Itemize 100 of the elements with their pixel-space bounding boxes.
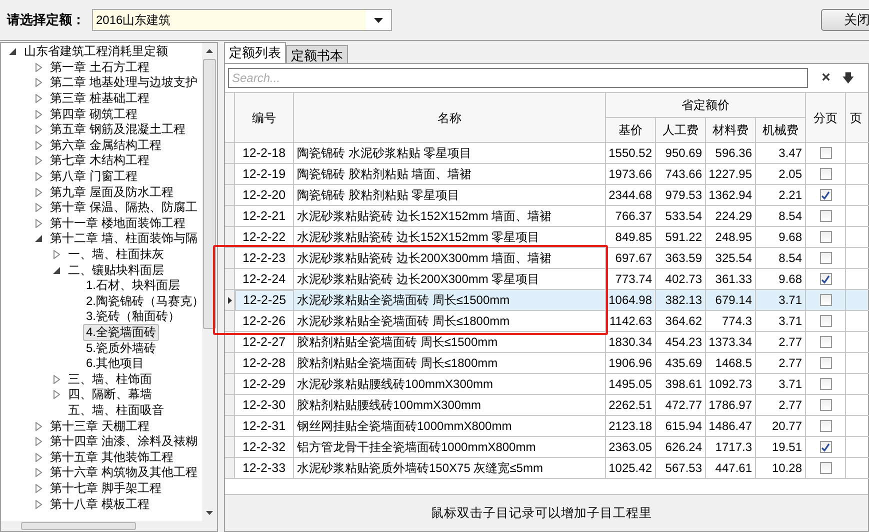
table-row[interactable]: 12-2-32 铝方管龙骨干挂全瓷墙面砖1000mmX800mm 2363.05 626.24 1717.3 19.51 [225,437,868,458]
next-match-button[interactable]: 🡇 [840,69,856,87]
tree-item[interactable]: 第十三章 天棚工程 [47,418,152,435]
tree-item[interactable]: 3.瓷砖（釉面砖） [83,308,184,326]
checkbox[interactable] [820,378,832,390]
expanded-arrow-icon[interactable] [9,47,17,56]
checkbox[interactable] [820,462,832,474]
tree-item[interactable]: 6.其他项目 [83,355,148,372]
tree-item[interactable]: 第四章 砌筑工程 [47,106,140,123]
tree-item[interactable]: 第十章 保温、隔热、防腐工 [47,199,200,216]
checkbox[interactable] [820,357,832,369]
tree-item[interactable]: 第十六章 构筑物及其他工程 [47,464,200,482]
collapsed-arrow-icon[interactable] [35,452,43,462]
table-row[interactable]: 12-2-31 钢丝网挂贴全瓷墙面砖1000mmX800mm 2123.18 615.94 1486.47 20.77 [225,416,868,437]
collapsed-arrow-icon[interactable] [35,422,43,431]
expanded-arrow-icon[interactable] [35,234,43,244]
collapsed-arrow-icon[interactable] [53,250,61,260]
table-row[interactable]: 12-2-23 水泥砂浆粘贴瓷砖 边长200X300mm 墙面、墙裙 697.67 363.59 325.54 8.54 [225,248,868,269]
collapsed-arrow-icon[interactable] [53,374,61,384]
collapsed-arrow-icon[interactable] [35,125,43,134]
table-row[interactable]: 12-2-21 水泥砂浆粘贴瓷砖 边长152X152mm 墙面、墙裙 766.37 533.54 224.29 8.54 [225,206,868,227]
hint-text: 鼠标双击子目记录可以增加子目工程里 [431,504,652,522]
table-row[interactable]: 12-2-20 陶瓷锦砖 胶粘剂粘贴 零星项目 2344.68 979.53 1362.94 2.21 [225,185,868,206]
tree-item[interactable]: 五、墙、柱面吸音 [65,402,167,419]
close-button[interactable]: 关闭 [821,9,869,31]
checkbox[interactable] [820,399,832,411]
collapsed-arrow-icon[interactable] [35,218,43,228]
table-row[interactable]: 12-2-28 胶粘剂粘贴全瓷墙面砖 周长≤1800mm 1906.96 435.69 1468.5 2.77 [225,353,868,374]
tree-item[interactable]: 第十五章 其他装饰工程 [47,448,176,466]
collapsed-arrow-icon[interactable] [35,94,43,104]
tree-item[interactable]: 2.陶瓷锦砖（马赛克） [83,292,202,310]
table-row[interactable]: 12-2-30 胶粘剂粘贴腰线砖100mmX300mm 2262.51 472.77 1786.97 2.77 [225,395,868,416]
tree-item[interactable]: 第五章 钢筋及混凝土工程 [47,121,188,138]
collapsed-arrow-icon[interactable] [35,172,43,182]
search-field[interactable]: Search... [228,68,808,88]
collapsed-arrow-icon[interactable] [35,140,43,150]
checkbox[interactable] [820,189,832,201]
checkbox[interactable] [820,315,832,327]
checkbox[interactable] [820,252,832,264]
checkbox[interactable] [820,231,832,243]
tree-item[interactable]: 第十二章 墙、柱面装饰与隔 [47,230,200,248]
tree-item[interactable]: 第二章 地基处理与边坡支护 [47,74,200,92]
scroll-up-icon[interactable] [206,49,213,53]
collapsed-arrow-icon[interactable] [35,203,43,212]
scroll-down-icon[interactable] [206,511,213,515]
table-row[interactable]: 12-2-29 水泥砂浆粘贴腰线砖100mmX300mm 1495.05 398.61 1092.73 3.71 [225,374,868,395]
tree-item[interactable]: 第十一章 楼地面装饰工程 [47,214,188,232]
tree-item[interactable]: 第一章 土石方工程 [47,58,152,76]
checkbox[interactable] [820,336,832,348]
tab[interactable]: 定额书本 [286,45,348,63]
table-row[interactable]: 12-2-26 水泥砂浆粘贴全瓷墙面砖 周长≤1800mm 1142.63 364.62 774.3 3.71 [225,311,868,332]
collapsed-arrow-icon[interactable] [35,188,43,197]
tree-item[interactable]: 第三章 桩基础工程 [47,90,152,108]
collapsed-arrow-icon[interactable] [35,437,43,446]
scrollbar-thumb[interactable] [203,59,216,329]
table-row[interactable]: 12-2-27 胶粘剂粘贴全瓷墙面砖 周长≤1500mm 1830.34 454.23 1373.34 2.77 [225,332,868,353]
tree-item[interactable]: 第十四章 油漆、涂料及裱糊 [47,433,200,450]
table-row[interactable]: 12-2-19 陶瓷锦砖 胶粘剂粘贴 墙面、墙裙 1973.66 743.66 1227.95 2.05 [225,164,868,185]
tree-item[interactable]: 四、隔断、幕墙 [65,386,155,404]
quota-dropdown[interactable]: 2016山东建筑 [92,9,392,31]
collapsed-arrow-icon[interactable] [35,156,43,166]
collapsed-arrow-icon[interactable] [53,390,61,400]
table-row[interactable]: 12-2-18 陶瓷锦砖 水泥砂浆粘贴 零星项目 1550.52 950.69 596.36 3.47 [225,143,868,164]
checkbox[interactable] [820,168,832,180]
tree-item[interactable]: 山东省建筑工程消耗里定额 [21,43,171,60]
tree-item[interactable]: 三、墙、柱饰面 [65,370,155,388]
collapsed-arrow-icon[interactable] [35,78,43,88]
tree-item[interactable]: 4.全瓷墙面砖 [83,324,160,341]
clear-search-button[interactable]: × [818,66,834,90]
table-row[interactable]: 12-2-24 水泥砂浆粘贴瓷砖 边长200X300mm 零星项目 773.74 402.73 361.33 9.68 [225,269,868,290]
tree-item[interactable]: 第八章 门窗工程 [47,168,140,186]
tab[interactable]: 定额列表 [224,42,286,63]
checkbox[interactable] [820,147,832,159]
tree-item[interactable]: 第六章 金属结构工程 [47,136,164,154]
collapsed-arrow-icon[interactable] [35,110,43,119]
tree-item[interactable]: 第十七章 脚手架工程 [47,480,164,497]
table-row[interactable]: 12-2-25 水泥砂浆粘贴全瓷墙面砖 周长≤1500mm 1064.98 382.13 679.14 3.71 [225,290,868,311]
tree-item[interactable]: 一、墙、柱面抹灰 [65,246,167,264]
collapsed-arrow-icon[interactable] [35,468,43,478]
expanded-arrow-icon[interactable] [53,266,61,275]
collapsed-arrow-icon[interactable] [35,484,43,493]
checkbox[interactable] [820,441,832,453]
table-row[interactable]: 12-2-33 水泥砂浆粘贴瓷质外墙砖150X75 灰缝宽≤5mm 1025.42 567.53 447.61 10.28 [225,458,868,479]
checkbox[interactable] [820,210,832,222]
horizontal-scrollbar[interactable] [1,521,217,531]
vertical-scrollbar[interactable] [202,43,217,521]
tree-item[interactable]: 5.瓷质外墙砖 [83,340,160,357]
row-header[interactable] [225,290,235,311]
tree-item[interactable]: 第七章 木结构工程 [47,152,152,170]
tree-item[interactable]: 第九章 屋面及防水工程 [47,184,176,201]
tree-item[interactable]: 1.石材、块料面层 [83,277,184,294]
table-cell: 12-2-25 [235,290,294,311]
tree-item[interactable]: 二、镶贴块料面层 [65,262,167,279]
checkbox[interactable] [820,420,832,432]
collapsed-arrow-icon[interactable] [35,500,43,509]
checkbox[interactable] [820,273,832,285]
collapsed-arrow-icon[interactable] [35,62,43,72]
tree-item[interactable]: 第十八章 模板工程 [47,496,152,513]
checkbox[interactable] [820,294,832,306]
table-row[interactable]: 12-2-22 水泥砂浆粘贴瓷砖 边长152X152mm 零星项目 849.85 591.22 248.95 9.68 [225,227,868,248]
